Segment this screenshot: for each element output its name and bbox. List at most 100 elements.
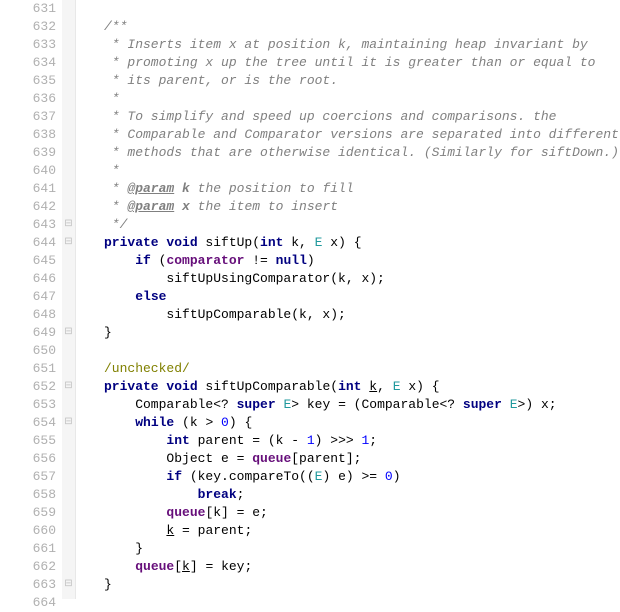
code-line[interactable]: * its parent, or is the root. <box>104 72 620 90</box>
code-token: null <box>276 253 307 268</box>
code-token: 0 <box>221 415 229 430</box>
code-token: * Comparable and Comparator versions are… <box>104 127 619 142</box>
fold-marker <box>62 54 75 72</box>
code-line[interactable]: * methods that are otherwise identical. … <box>104 144 620 162</box>
code-token: break <box>198 487 237 502</box>
code-token: ; <box>369 433 377 448</box>
code-token: queue <box>252 451 291 466</box>
code-line[interactable]: * @param k the position to fill <box>104 180 620 198</box>
code-line[interactable]: queue[k] = e; <box>104 504 620 522</box>
code-line[interactable]: * <box>104 90 620 108</box>
code-token <box>104 487 198 502</box>
code-line[interactable]: } <box>104 576 620 594</box>
code-line[interactable]: * <box>104 162 620 180</box>
code-token: 0 <box>385 469 393 484</box>
code-line[interactable] <box>104 0 620 18</box>
line-number: 659 <box>0 504 56 522</box>
code-token: @param <box>127 181 174 196</box>
code-line[interactable] <box>104 594 620 612</box>
code-token: super <box>237 397 276 412</box>
fold-marker <box>62 342 75 360</box>
code-line[interactable]: /unchecked/ <box>104 360 620 378</box>
code-token: x <box>182 199 190 214</box>
code-line[interactable]: queue[k] = key; <box>104 558 620 576</box>
fold-marker <box>62 432 75 450</box>
code-line[interactable]: siftUpUsingComparator(k, x); <box>104 270 620 288</box>
fold-marker[interactable]: ⊟ <box>62 216 75 234</box>
code-line[interactable]: Comparable<? super E> key = (Comparable<… <box>104 396 620 414</box>
code-token: = parent; <box>174 523 252 538</box>
line-number: 651 <box>0 360 56 378</box>
code-token: */ <box>104 217 127 232</box>
code-token <box>104 559 135 574</box>
code-line[interactable]: } <box>104 324 620 342</box>
code-line[interactable]: Object e = queue[parent]; <box>104 450 620 468</box>
code-token <box>104 523 166 538</box>
code-line[interactable]: break; <box>104 486 620 504</box>
code-token: ) >>> <box>315 433 362 448</box>
line-number: 644 <box>0 234 56 252</box>
line-number: 646 <box>0 270 56 288</box>
fold-marker[interactable]: ⊟ <box>62 234 75 252</box>
code-token: * promoting x up the tree until it is gr… <box>104 55 595 70</box>
code-token <box>174 199 182 214</box>
code-token: /unchecked/ <box>104 361 190 376</box>
fold-marker[interactable]: ⊟ <box>62 378 75 396</box>
code-token: k <box>182 559 190 574</box>
code-line[interactable] <box>104 342 620 360</box>
code-line[interactable]: /** <box>104 18 620 36</box>
code-line[interactable]: private void siftUpComparable(int k, E x… <box>104 378 620 396</box>
code-token: * Inserts item x at position k, maintain… <box>104 37 588 52</box>
code-line[interactable]: int parent = (k - 1) >>> 1; <box>104 432 620 450</box>
line-number: 655 <box>0 432 56 450</box>
fold-marker[interactable]: ⊟ <box>62 576 75 594</box>
line-number: 641 <box>0 180 56 198</box>
code-line[interactable]: if (key.compareTo((E) e) >= 0) <box>104 468 620 486</box>
fold-marker[interactable]: ⊟ <box>62 324 75 342</box>
fold-column[interactable]: ⊟⊟⊟⊟⊟⊟ <box>62 0 76 599</box>
line-number: 657 <box>0 468 56 486</box>
line-number: 639 <box>0 144 56 162</box>
code-line[interactable]: siftUpComparable(k, x); <box>104 306 620 324</box>
fold-marker[interactable]: ⊟ <box>62 414 75 432</box>
code-line[interactable]: private void siftUp(int k, E x) { <box>104 234 620 252</box>
code-line[interactable]: * @param x the item to insert <box>104 198 620 216</box>
fold-marker <box>62 72 75 90</box>
code-token: [parent]; <box>291 451 361 466</box>
code-token: else <box>135 289 166 304</box>
code-line[interactable]: } <box>104 540 620 558</box>
fold-marker <box>62 504 75 522</box>
fold-marker <box>62 144 75 162</box>
code-line[interactable]: * Comparable and Comparator versions are… <box>104 126 620 144</box>
code-token: k, <box>283 235 314 250</box>
line-number: 658 <box>0 486 56 504</box>
line-number: 648 <box>0 306 56 324</box>
code-token: private void <box>104 379 198 394</box>
code-editor-area[interactable]: /** * Inserts item x at position k, main… <box>76 0 620 599</box>
code-token <box>104 253 135 268</box>
code-line[interactable]: */ <box>104 216 620 234</box>
code-token <box>502 397 510 412</box>
code-token: * <box>104 199 127 214</box>
code-line[interactable]: while (k > 0) { <box>104 414 620 432</box>
code-line[interactable]: k = parent; <box>104 522 620 540</box>
line-number-gutter: 6316326336346356366376386396406416426436… <box>0 0 62 599</box>
code-token: queue <box>135 559 174 574</box>
code-token: k <box>182 181 190 196</box>
line-number: 662 <box>0 558 56 576</box>
code-line[interactable]: if (comparator != null) <box>104 252 620 270</box>
fold-marker <box>62 18 75 36</box>
code-line[interactable]: * promoting x up the tree until it is gr… <box>104 54 620 72</box>
code-token <box>174 181 182 196</box>
line-number: 643 <box>0 216 56 234</box>
fold-marker <box>62 450 75 468</box>
code-line[interactable]: else <box>104 288 620 306</box>
line-number: 642 <box>0 198 56 216</box>
code-token: queue <box>166 505 205 520</box>
fold-marker <box>62 396 75 414</box>
line-number: 664 <box>0 594 56 612</box>
code-token: >) x; <box>518 397 557 412</box>
code-line[interactable]: * To simplify and speed up coercions and… <box>104 108 620 126</box>
code-line[interactable]: * Inserts item x at position k, maintain… <box>104 36 620 54</box>
code-token: * methods that are otherwise identical. … <box>104 145 619 160</box>
